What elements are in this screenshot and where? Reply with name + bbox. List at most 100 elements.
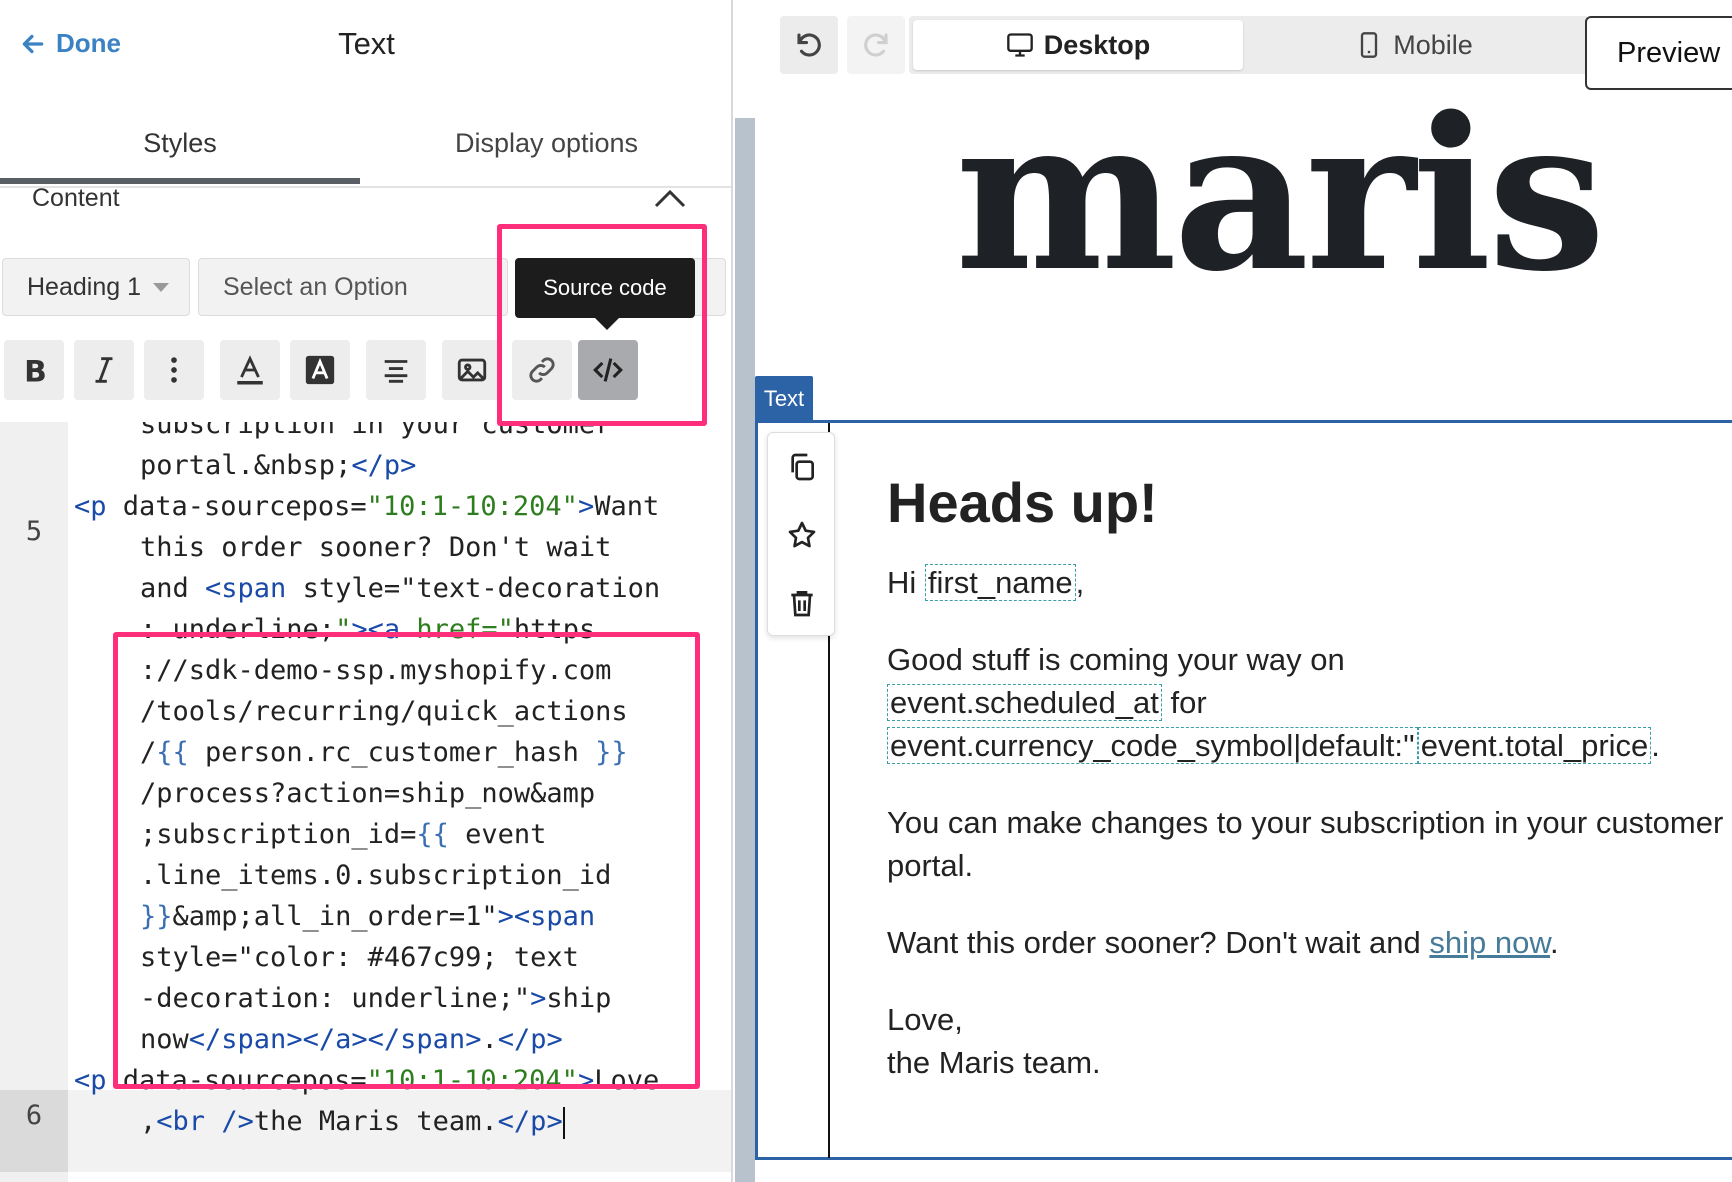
code-line: /process?action=ship_now&amp [140,778,596,809]
p2-end: . [1651,728,1660,763]
code-line: ;subscription_id={{ event [140,819,547,850]
tab-display-options[interactable]: Display options [360,128,731,159]
tab-desktop-label: Desktop [1043,29,1151,60]
p2-text: Good stuff is coming your way on [887,642,1345,677]
panel-header: Done Text [0,0,731,100]
block-actions [767,432,835,636]
code-line: ,<br />the Maris team.</p> [140,1106,565,1139]
align-center-icon [384,360,408,383]
preview-panel: Desktop Mobile Preview maris Text Heads … [735,0,1732,1182]
copy-icon [791,453,814,481]
email-greeting: Hi first_name, [887,561,1727,604]
image-icon [457,358,487,382]
text-color-button[interactable] [220,340,280,400]
block-type-tag: Text [755,376,813,422]
ship-now-link[interactable]: ship now [1429,925,1550,960]
bold-button[interactable]: B [4,340,64,400]
editor-toolbar: B [0,340,731,402]
email-body: Heads up! Hi first_name, Good stuff is c… [887,470,1727,1118]
code-line: .line_items.0.subscription_id [140,860,612,891]
redo-icon [864,33,888,57]
tab-bar: Styles Display options [0,118,731,188]
signoff-line-2: the Maris team. [887,1045,1101,1080]
code-line: now</span></a></span>.</p> [140,1024,563,1055]
tab-desktop[interactable]: Desktop [913,20,1243,70]
option-select-placeholder: Select an Option [223,272,408,301]
source-code-editor[interactable]: 5 6 subscription in your customer portal.… [0,422,731,1182]
email-heading: Heads up! [887,471,1158,534]
merge-tag-total-price[interactable]: event.total_price [1417,727,1652,764]
phone-icon [1361,32,1378,58]
code-line: }}&amp;all_in_order=1"><span [140,901,596,932]
code-line: this order sooner? Don't wait [140,532,612,563]
editor-panel: Done Text Styles Display options Content… [0,0,733,1182]
text-color-icon [237,355,263,385]
heading-select[interactable]: Heading 1 [2,258,190,316]
more-vertical-icon [171,357,177,383]
source-code-tooltip: Source code [515,258,695,330]
code-line: : underline;"><a href="https [140,614,596,645]
preview-button[interactable]: Preview [1585,16,1732,90]
delete-button[interactable] [768,569,836,637]
redo-button[interactable] [847,16,905,74]
email-paragraph-shipping: Good stuff is coming your way on event.s… [887,638,1727,767]
code-line: /{{ person.rc_customer_hash }} [140,737,628,768]
panel-title: Text [338,26,395,61]
signoff-line-1: Love, [887,1002,963,1037]
svg-text:B: B [24,354,47,387]
code-line: portal.&nbsp;</p> [140,450,417,481]
code-line: -decoration: underline;">ship [140,983,612,1014]
duplicate-button[interactable] [768,433,836,501]
undo-icon [797,33,821,57]
favorite-button[interactable] [768,501,836,569]
merge-tag-currency[interactable]: event.currency_code_symbol|default:'' [887,727,1418,764]
code-line: style="color: #467c99; text [140,942,579,973]
code-icon [593,358,623,382]
align-button[interactable] [366,340,426,400]
code-line: /tools/recurring/quick_actions [140,696,628,727]
email-paragraph-ship-now: Want this order sooner? Don't wait and s… [887,921,1727,964]
monitor-icon [1006,33,1033,57]
tab-mobile-label: Mobile [1393,29,1473,60]
text-cursor [562,1106,565,1139]
undo-button[interactable] [780,16,838,74]
italic-button[interactable] [74,340,134,400]
heading-select-value: Heading 1 [27,272,141,301]
chevron-up-icon[interactable] [650,184,690,214]
p4-suffix: . [1550,925,1559,960]
option-select[interactable]: Select an Option [198,258,508,316]
highlight-icon [305,355,335,385]
trash-icon [791,591,813,617]
greeting-prefix: Hi [887,565,925,600]
italic-icon [95,357,113,383]
merge-tag-scheduled-at[interactable]: event.scheduled_at [887,684,1162,721]
tab-styles[interactable]: Styles [0,128,360,159]
source-code-button[interactable] [578,340,638,400]
bold-icon: B [24,354,47,387]
line-number: 5 [25,516,43,547]
code-line: <p data-sourcepos="10:1-10:204">Love [74,1065,660,1096]
line-number: 6 [25,1100,43,1131]
device-toggle: Desktop Mobile [909,16,1589,74]
more-button[interactable] [144,340,204,400]
greeting-suffix: , [1075,565,1085,600]
merge-tag-first-name[interactable]: first_name [924,564,1076,601]
caret-down-icon [152,282,169,292]
code-line: <p data-sourcepos="10:1-10:204">Want [74,491,660,522]
tab-mobile[interactable]: Mobile [1249,20,1579,70]
image-button[interactable] [442,340,502,400]
p2-for: for [1161,685,1207,720]
brand-logo: maris [955,71,1606,318]
p4-prefix: Want this order sooner? Don't wait and [887,925,1430,960]
email-paragraph-portal: You can make changes to your subscriptio… [887,805,1724,883]
section-label-content: Content [32,184,120,212]
star-icon [788,521,816,548]
link-button[interactable] [512,340,572,400]
code-line: ://sdk-demo-ssp.myshopify.com [140,655,612,686]
link-icon [529,357,555,383]
canvas-edge [735,118,755,1182]
highlight-button[interactable] [290,340,350,400]
code-line: and <span style="text-decoration [140,573,661,604]
email-signoff: Love, the Maris team. [887,998,1727,1084]
code-line: subscription in your customer [140,422,612,440]
